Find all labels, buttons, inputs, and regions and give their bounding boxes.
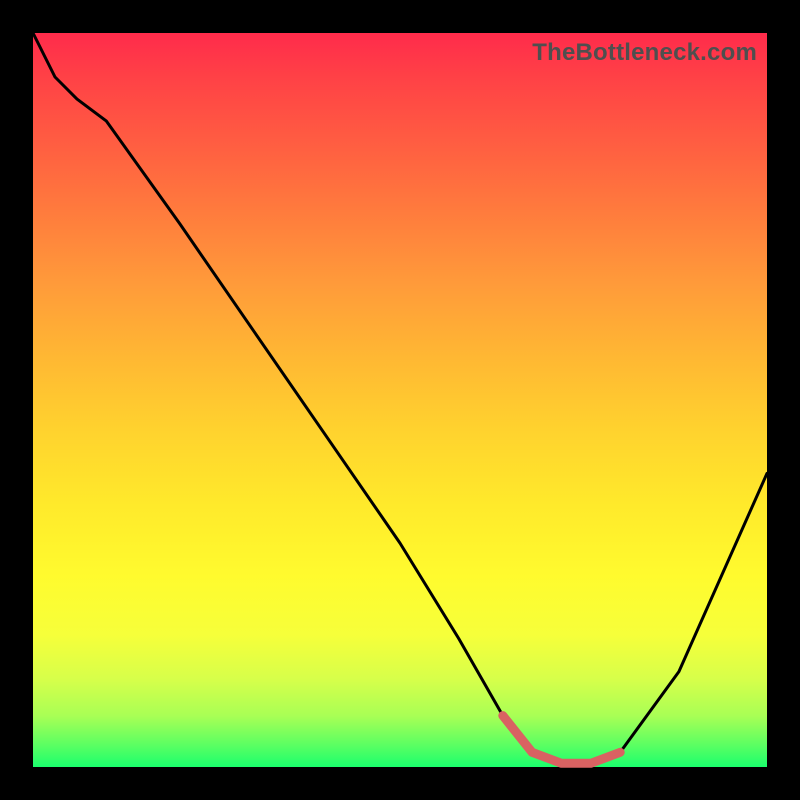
- chart-svg: [33, 33, 767, 767]
- chart-frame: TheBottleneck.com: [0, 0, 800, 800]
- bottleneck-curve: [33, 33, 767, 763]
- bottleneck-trough-highlight: [503, 716, 620, 764]
- chart-plot-area: TheBottleneck.com: [33, 33, 767, 767]
